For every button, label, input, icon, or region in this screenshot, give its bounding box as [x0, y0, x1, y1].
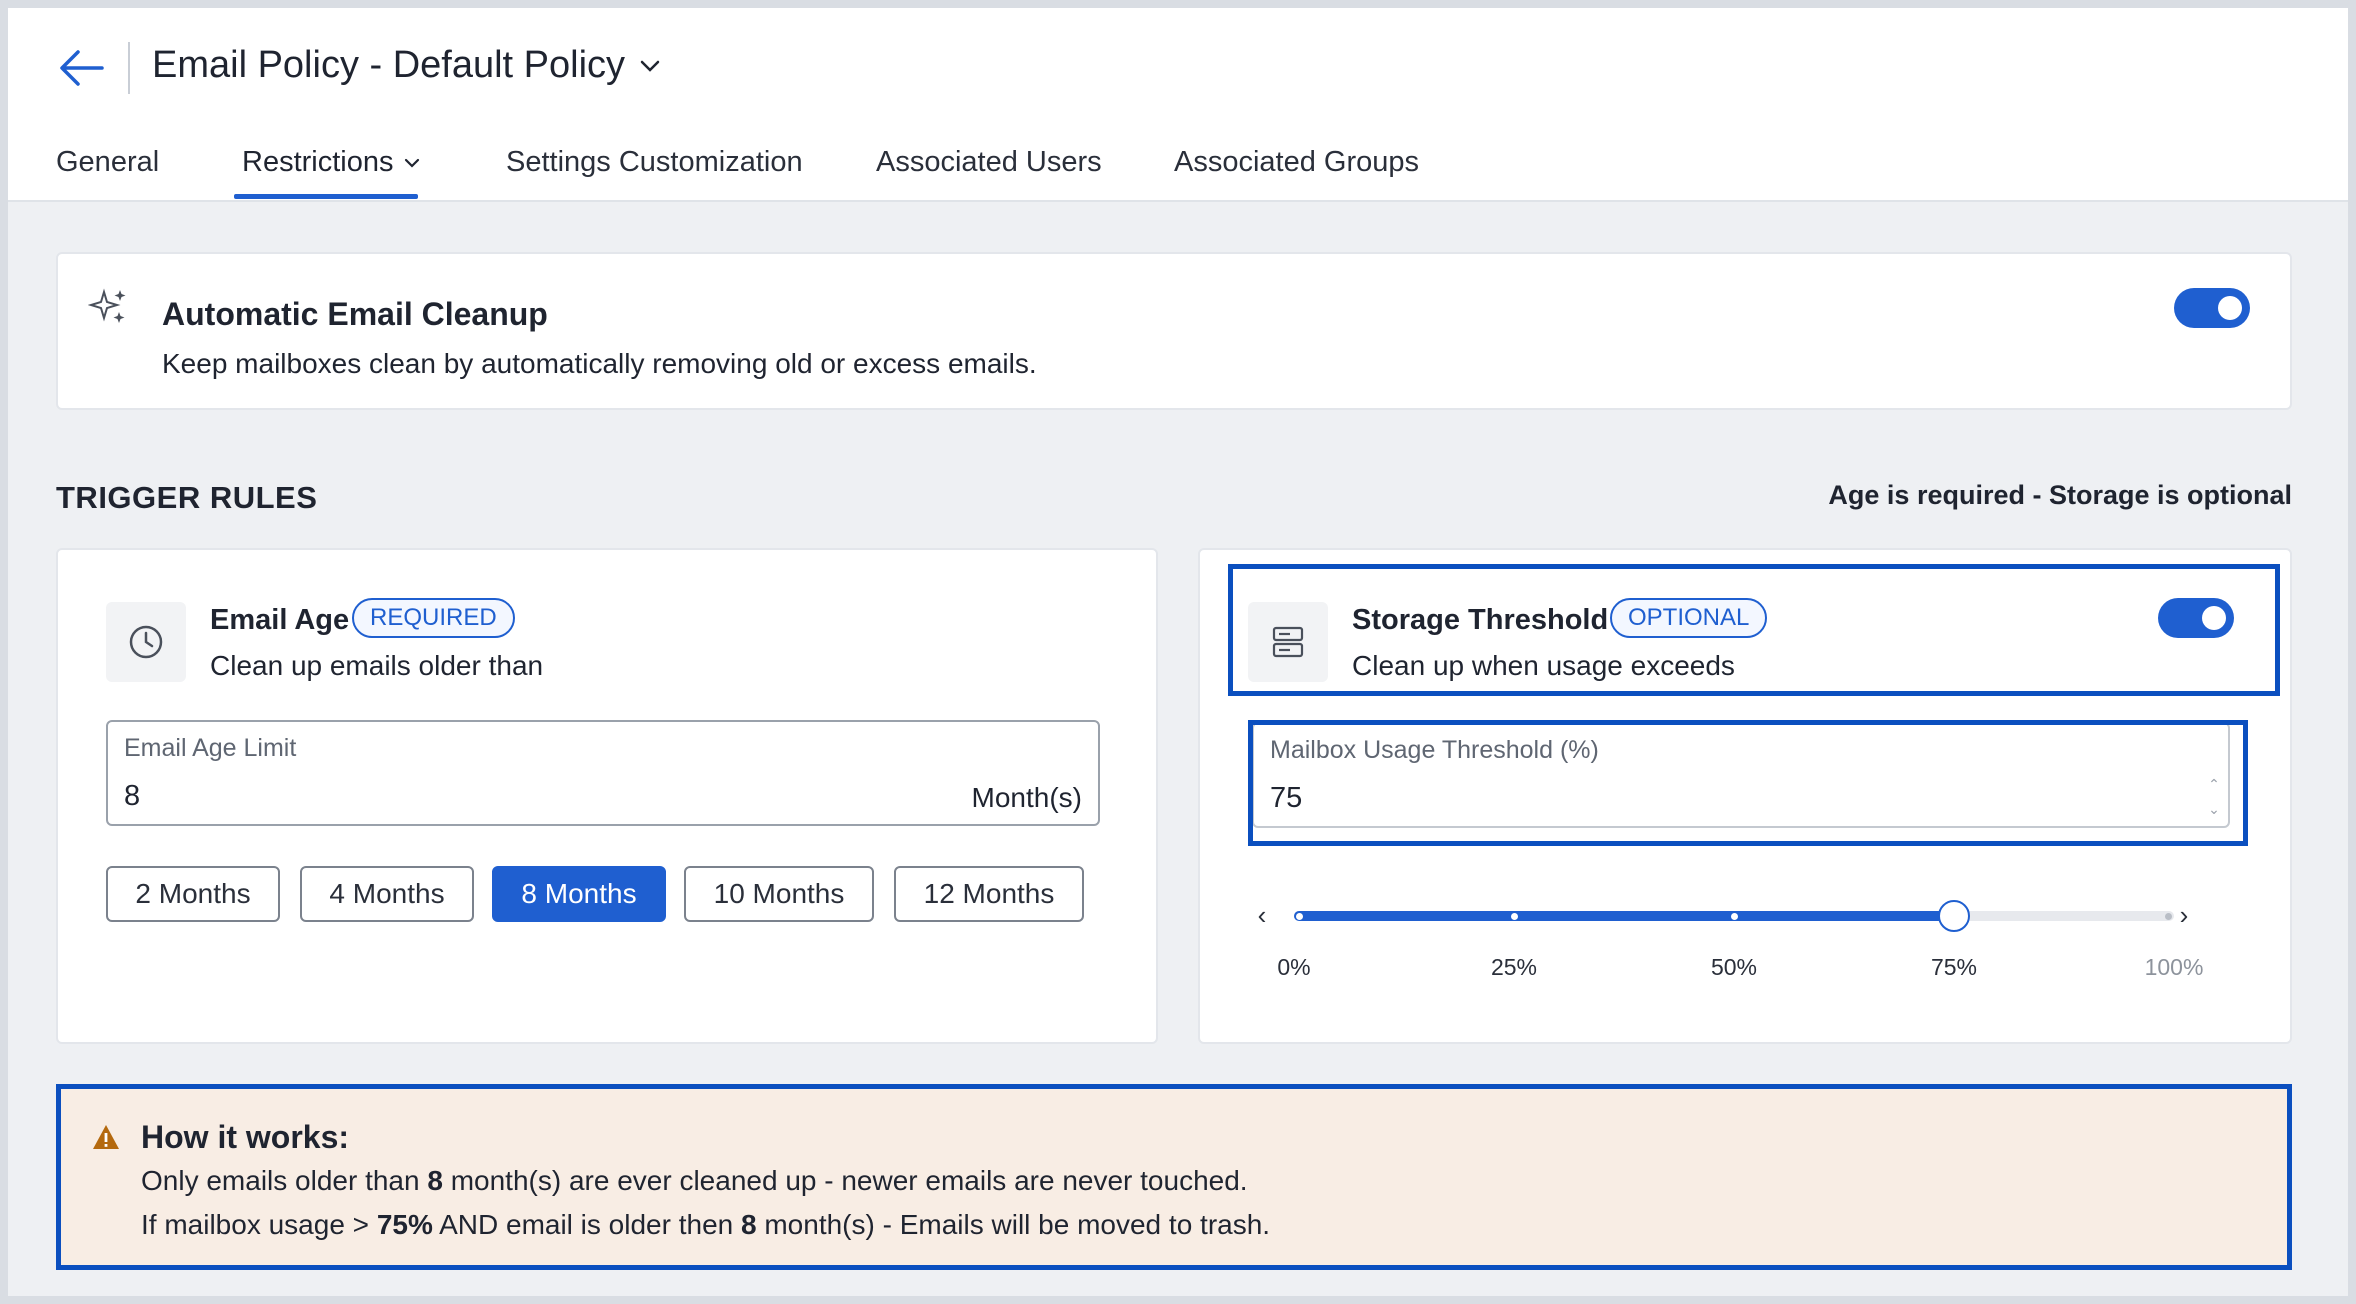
- preset-4-months[interactable]: 4 Months: [300, 866, 474, 922]
- arrow-left-icon[interactable]: [58, 46, 106, 90]
- mailbox-usage-threshold-label: Mailbox Usage Threshold (%): [1270, 736, 1599, 764]
- how-it-works-line-2: If mailbox usage > 75% AND email is olde…: [141, 1209, 1270, 1241]
- trigger-rules-heading: TRIGGER RULES: [56, 480, 318, 515]
- slider-next-icon[interactable]: ›: [2172, 900, 2196, 931]
- tab-label: Associated Users: [876, 146, 1102, 178]
- slider-step-dot: [2165, 913, 2172, 920]
- tab-label: Restrictions: [242, 146, 394, 178]
- page-header: Email Policy - Default Policy General Re…: [8, 8, 2348, 202]
- tab-general[interactable]: General: [56, 146, 159, 179]
- page-title: Email Policy - Default Policy: [152, 44, 626, 86]
- usage-value: 75%: [376, 1209, 433, 1240]
- text-fragment: If mailbox usage >: [141, 1209, 377, 1240]
- storage-threshold-toggle[interactable]: [2158, 598, 2234, 638]
- text-fragment: AND email is older then: [432, 1209, 741, 1240]
- sparkle-icon: [88, 288, 126, 323]
- active-tab-indicator: [234, 194, 418, 199]
- slider-tick-label: 50%: [1710, 954, 1758, 980]
- chevron-down-icon: [640, 60, 660, 72]
- storage-threshold-card: Storage Threshold OPTIONAL Clean up when…: [1198, 548, 2292, 1044]
- how-it-works-title: How it works:: [141, 1119, 350, 1155]
- chevron-down-icon: [404, 158, 419, 168]
- warning-icon: [93, 1125, 119, 1149]
- preset-10-months[interactable]: 10 Months: [684, 866, 874, 922]
- server-icon: [1272, 626, 1304, 658]
- tab-settings-customization[interactable]: Settings Customization: [506, 146, 803, 179]
- email-age-limit-field: Email Age Limit Month(s): [106, 720, 1100, 826]
- how-it-works-panel: How it works: Only emails older than 8 m…: [56, 1084, 2292, 1270]
- age-value: 8: [741, 1209, 757, 1240]
- required-badge: REQUIRED: [352, 598, 515, 638]
- tab-label: General: [56, 146, 160, 178]
- mailbox-usage-threshold-field: Mailbox Usage Threshold (%) ⌃ ⌄: [1252, 722, 2230, 828]
- slider-track[interactable]: [1294, 900, 2174, 932]
- trigger-rules-note: Age is required - Storage is optional: [1828, 480, 2292, 510]
- email-age-description: Clean up emails older than: [210, 650, 544, 681]
- storage-threshold-title: Storage Threshold: [1352, 604, 1609, 636]
- storage-threshold-description: Clean up when usage exceeds: [1352, 650, 1735, 681]
- email-age-card: Email Age REQUIRED Clean up emails older…: [56, 548, 1158, 1044]
- tab-restrictions[interactable]: Restrictions: [242, 146, 420, 179]
- clock-icon: [129, 625, 163, 659]
- cleanup-title: Automatic Email Cleanup: [162, 296, 548, 332]
- slider-step-dot: [1730, 913, 1738, 920]
- threshold-spinner: ⌃ ⌄: [2206, 772, 2222, 822]
- slider-step-dot: [1510, 913, 1518, 920]
- slider-tick-label: 0%: [1277, 954, 1311, 980]
- automatic-cleanup-card: Automatic Email Cleanup Keep mailboxes c…: [56, 252, 2292, 410]
- tab-associated-groups[interactable]: Associated Groups: [1174, 146, 1419, 179]
- tab-associated-users[interactable]: Associated Users: [876, 146, 1102, 179]
- email-age-title: Email Age: [210, 604, 350, 636]
- tab-label: Settings Customization: [506, 146, 803, 178]
- preset-2-months[interactable]: 2 Months: [106, 866, 280, 922]
- clock-icon-box: [106, 602, 186, 682]
- slider-prev-icon[interactable]: ‹: [1250, 900, 1274, 931]
- server-icon-box: [1248, 602, 1328, 682]
- preset-8-months[interactable]: 8 Months: [492, 866, 666, 922]
- slider-tick-label: 25%: [1490, 954, 1538, 980]
- optional-badge: OPTIONAL: [1610, 598, 1768, 638]
- threshold-slider: ‹ › 0% 25% 50% 75% 100%: [1250, 900, 2250, 980]
- slider-thumb[interactable]: [1938, 900, 1970, 932]
- mailbox-usage-threshold-input[interactable]: [1270, 782, 1670, 815]
- text-fragment: Only emails older than: [141, 1165, 428, 1196]
- spinner-up-icon[interactable]: ⌃: [2206, 772, 2222, 797]
- policy-selector[interactable]: Email Policy - Default Policy: [152, 44, 661, 87]
- text-fragment: month(s) - Emails will be moved to trash…: [756, 1209, 1271, 1240]
- email-age-limit-label: Email Age Limit: [124, 734, 297, 762]
- how-it-works-line-1: Only emails older than 8 month(s) are ev…: [141, 1165, 1248, 1197]
- age-value: 8: [427, 1165, 443, 1196]
- email-age-limit-input[interactable]: [124, 780, 524, 813]
- preset-12-months[interactable]: 12 Months: [894, 866, 1084, 922]
- email-age-unit: Month(s): [971, 782, 1082, 813]
- slider-fill: [1294, 911, 1954, 921]
- slider-step-dot: [1296, 913, 1303, 920]
- tab-label: Associated Groups: [1174, 146, 1420, 178]
- text-fragment: month(s) are ever cleaned up - newer ema…: [442, 1165, 1248, 1196]
- slider-tick-label: 100%: [2144, 954, 2204, 980]
- cleanup-toggle[interactable]: [2174, 288, 2250, 328]
- slider-tick-label: 75%: [1930, 954, 1978, 980]
- spinner-down-icon[interactable]: ⌄: [2206, 797, 2222, 822]
- header-divider: [128, 42, 130, 94]
- app-frame: Email Policy - Default Policy General Re…: [8, 8, 2348, 1296]
- cleanup-description: Keep mailboxes clean by automatically re…: [162, 348, 1037, 379]
